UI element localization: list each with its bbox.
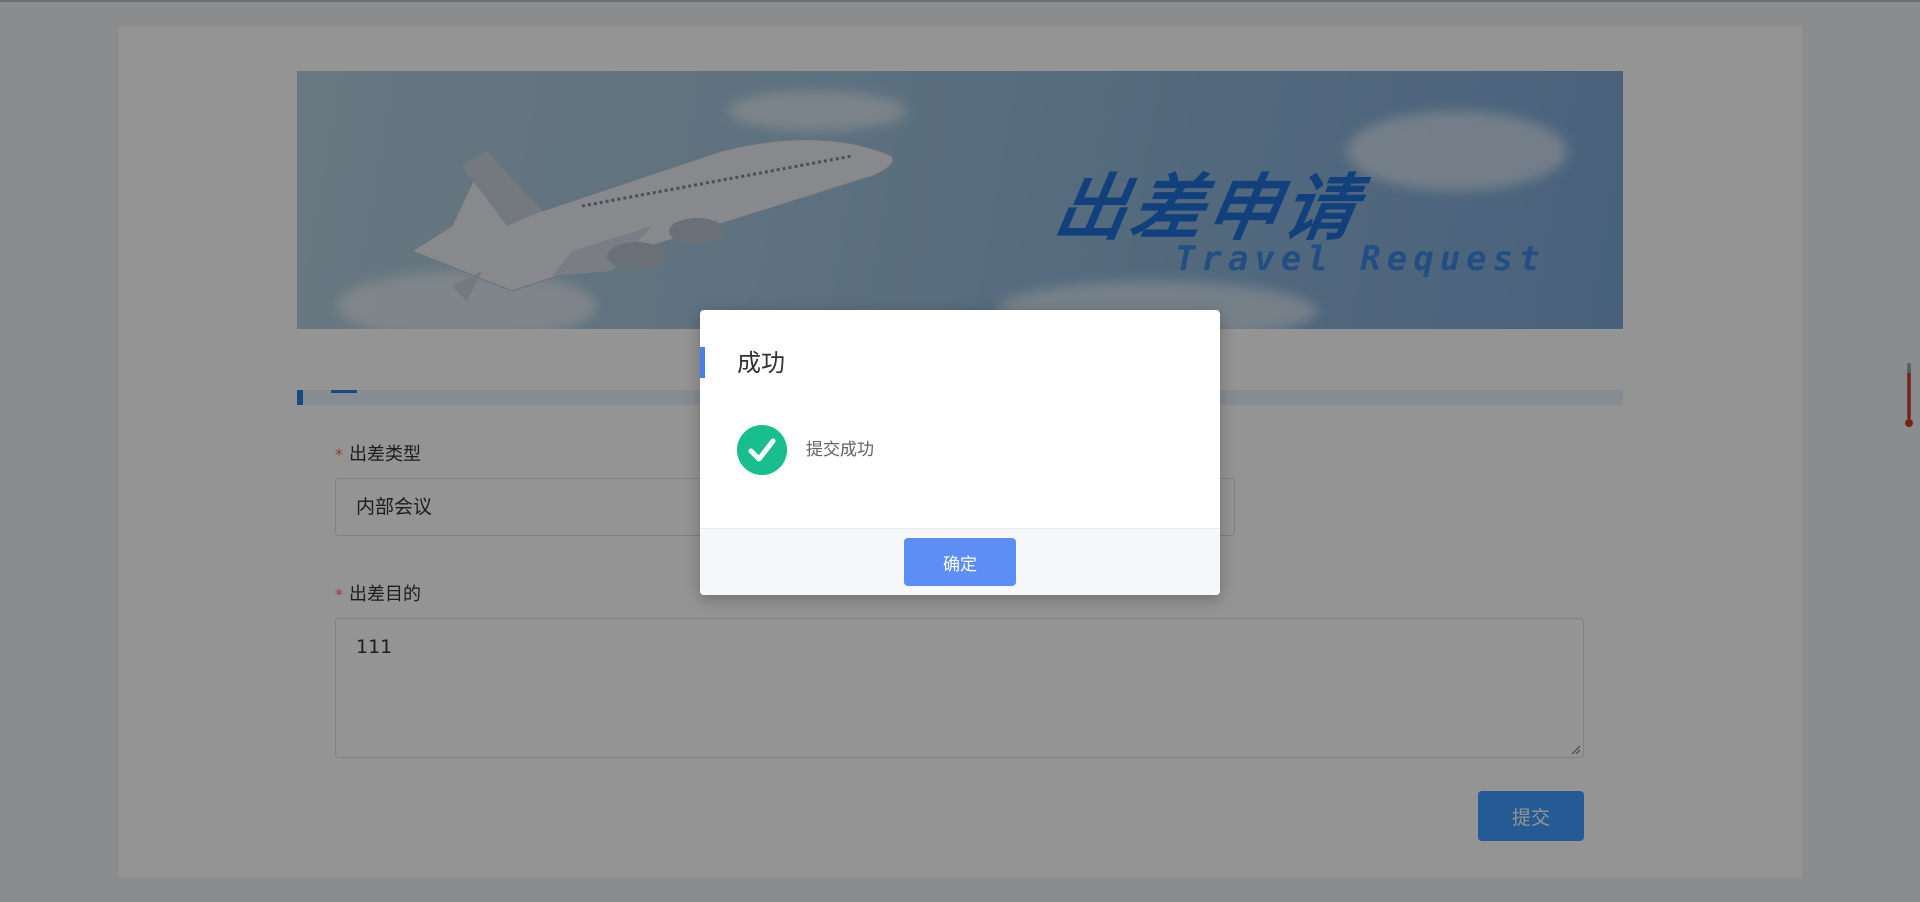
success-dialog: 成功 提交成功 确定: [700, 310, 1220, 595]
overlay-top-border: [0, 0, 1920, 2]
check-circle-icon: [737, 425, 787, 475]
dialog-footer: 确定: [700, 528, 1220, 595]
dialog-title: 成功: [737, 349, 785, 377]
dialog-message: 提交成功: [806, 440, 874, 460]
dialog-accent-bar: [700, 347, 705, 378]
confirm-button[interactable]: 确定: [904, 538, 1016, 586]
